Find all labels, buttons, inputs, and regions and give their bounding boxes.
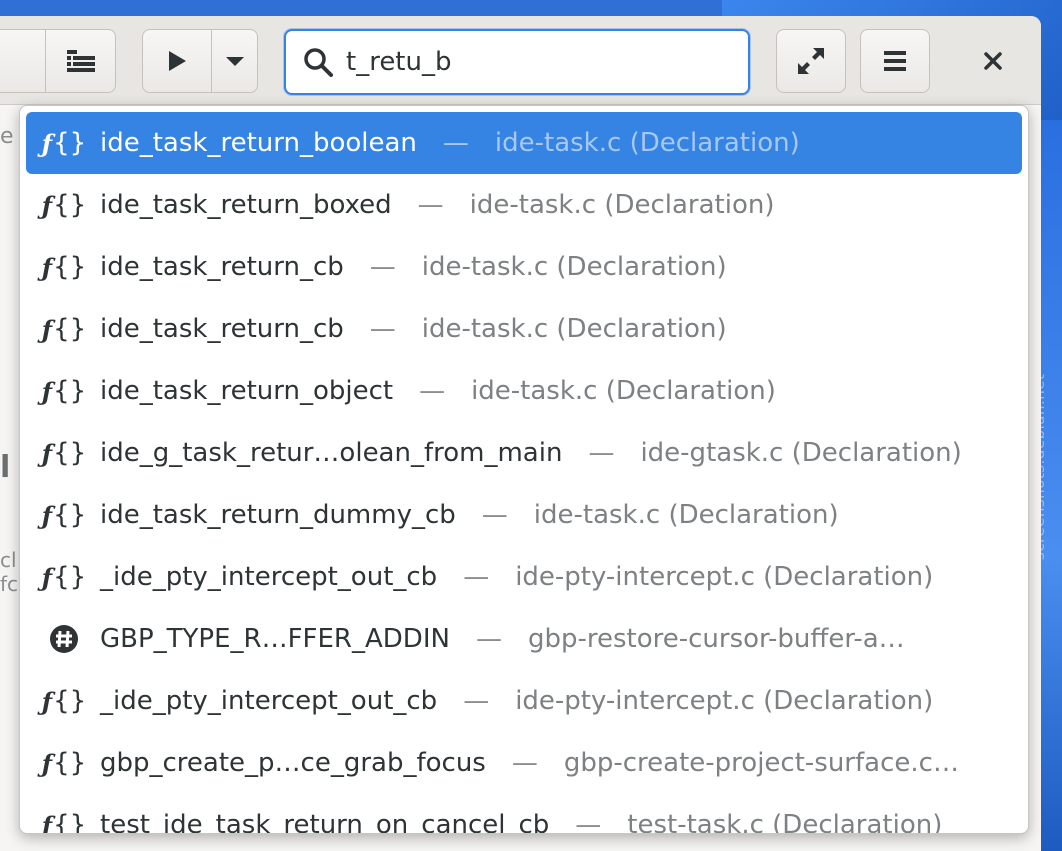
result-name: ide_task_return_boolean bbox=[100, 128, 417, 158]
search-results-popover: ƒ{} ide_task_return_boolean — ide-task.c… bbox=[19, 105, 1029, 834]
search-input[interactable] bbox=[346, 47, 726, 77]
search-result-row[interactable]: ƒ{} ide_task_return_dummy_cb — ide-task.… bbox=[26, 484, 1022, 546]
result-name: gbp_create_p…ce_grab_focus bbox=[100, 748, 486, 778]
search-result-row[interactable]: ƒ{} ide_task_return_cb — ide-task.c (Dec… bbox=[26, 298, 1022, 360]
macro-icon bbox=[44, 619, 84, 659]
result-separator: — bbox=[575, 810, 602, 834]
result-separator: — bbox=[417, 190, 444, 220]
function-icon: ƒ{} bbox=[41, 314, 87, 344]
result-location: gbp-restore-cursor-buffer-a… bbox=[527, 624, 905, 654]
result-name: _ide_pty_intercept_out_cb bbox=[100, 562, 438, 592]
result-name: ide_task_return_dummy_cb bbox=[100, 500, 456, 530]
result-name: ide_g_task_retur…olean_from_main bbox=[100, 438, 563, 468]
result-location: ide-task.c (Declaration) bbox=[421, 252, 727, 282]
search-result-row[interactable]: ƒ{} ide_task_return_boxed — ide-task.c (… bbox=[26, 174, 1022, 236]
function-icon: ƒ{} bbox=[41, 376, 87, 406]
result-name: ide_task_return_boxed bbox=[100, 190, 392, 220]
play-icon bbox=[169, 51, 186, 71]
function-icon: ƒ{} bbox=[41, 748, 87, 778]
search-result-row[interactable]: ƒ{} ide_task_return_cb — ide-task.c (Dec… bbox=[26, 236, 1022, 298]
expand-icon bbox=[798, 48, 824, 74]
result-separator: — bbox=[442, 128, 469, 158]
result-name: _ide_pty_intercept_out_cb bbox=[100, 686, 438, 716]
result-separator: — bbox=[475, 624, 502, 654]
result-separator: — bbox=[588, 438, 615, 468]
result-separator: — bbox=[419, 376, 446, 406]
hamburger-menu-icon bbox=[884, 51, 906, 71]
search-result-row[interactable]: ƒ{} test_ide_task_return_on_cancel_cb — … bbox=[26, 794, 1022, 834]
function-icon: ƒ{} bbox=[41, 190, 87, 220]
result-location: ide-task.c (Declaration) bbox=[494, 128, 800, 158]
partial-button[interactable] bbox=[0, 29, 48, 93]
function-icon: ƒ{} bbox=[41, 810, 87, 834]
result-separator: — bbox=[481, 500, 508, 530]
result-name: ide_task_return_object bbox=[100, 376, 394, 406]
result-name: ide_task_return_cb bbox=[100, 314, 344, 344]
result-location: ide-task.c (Declaration) bbox=[469, 190, 775, 220]
background-text: cl bbox=[0, 548, 17, 572]
function-icon: ƒ{} bbox=[41, 128, 87, 158]
background-text: l bbox=[0, 450, 11, 485]
result-location: ide-pty-intercept.c (Declaration) bbox=[515, 686, 934, 716]
search-result-row[interactable]: ƒ{} _ide_pty_intercept_out_cb — ide-pty-… bbox=[26, 546, 1022, 608]
result-name: ide_task_return_cb bbox=[100, 252, 344, 282]
result-separator: — bbox=[369, 314, 396, 344]
result-location: ide-task.c (Declaration) bbox=[471, 376, 776, 406]
result-location: ide-gtask.c (Declaration) bbox=[640, 438, 962, 468]
function-icon: ƒ{} bbox=[41, 500, 87, 530]
result-location: ide-task.c (Declaration) bbox=[421, 314, 727, 344]
main-menu-button[interactable] bbox=[860, 29, 930, 93]
result-name: test_ide_task_return_on_cancel_cb bbox=[100, 810, 550, 834]
search-result-row[interactable]: ƒ{} _ide_pty_intercept_out_cb — ide-pty-… bbox=[26, 670, 1022, 732]
header-bar bbox=[0, 16, 1041, 105]
result-separator: — bbox=[511, 748, 538, 778]
result-separator: — bbox=[463, 686, 490, 716]
function-icon: ƒ{} bbox=[41, 562, 87, 592]
close-button[interactable] bbox=[958, 29, 1028, 93]
close-icon bbox=[984, 52, 1002, 70]
result-location: test-task.c (Declaration) bbox=[627, 810, 943, 834]
function-icon: ƒ{} bbox=[41, 438, 87, 468]
result-separator: — bbox=[463, 562, 490, 592]
background-text: fc bbox=[0, 572, 19, 596]
run-button[interactable] bbox=[142, 29, 212, 93]
function-icon: ƒ{} bbox=[41, 252, 87, 282]
panel-layout-icon bbox=[66, 50, 95, 72]
toggle-panel-button[interactable] bbox=[45, 29, 116, 93]
search-result-row[interactable]: ƒ{} ide_task_return_object — ide-task.c … bbox=[26, 360, 1022, 422]
search-result-row[interactable]: ƒ{} ide_task_return_boolean — ide-task.c… bbox=[26, 112, 1022, 174]
chevron-down-icon bbox=[225, 57, 244, 66]
search-result-row[interactable]: ƒ{} gbp_create_p…ce_grab_focus — gbp-cre… bbox=[26, 732, 1022, 794]
search-icon bbox=[304, 48, 333, 77]
result-location: ide-task.c (Declaration) bbox=[533, 500, 839, 530]
background-text: e bbox=[0, 124, 14, 149]
result-separator: — bbox=[369, 252, 396, 282]
result-location: ide-pty-intercept.c (Declaration) bbox=[515, 562, 934, 592]
search-results-list: ƒ{} ide_task_return_boolean — ide-task.c… bbox=[26, 112, 1022, 834]
search-entry[interactable] bbox=[284, 29, 750, 95]
search-result-row[interactable]: GBP_TYPE_R…FFER_ADDIN — gbp-restore-curs… bbox=[26, 608, 1022, 670]
run-options-button[interactable] bbox=[211, 29, 258, 93]
result-location: gbp-create-project-surface.c… bbox=[563, 748, 959, 778]
function-icon: ƒ{} bbox=[41, 686, 87, 716]
result-name: GBP_TYPE_R…FFER_ADDIN bbox=[100, 624, 450, 654]
fullscreen-button[interactable] bbox=[776, 29, 846, 93]
search-result-row[interactable]: ƒ{} ide_g_task_retur…olean_from_main — i… bbox=[26, 422, 1022, 484]
